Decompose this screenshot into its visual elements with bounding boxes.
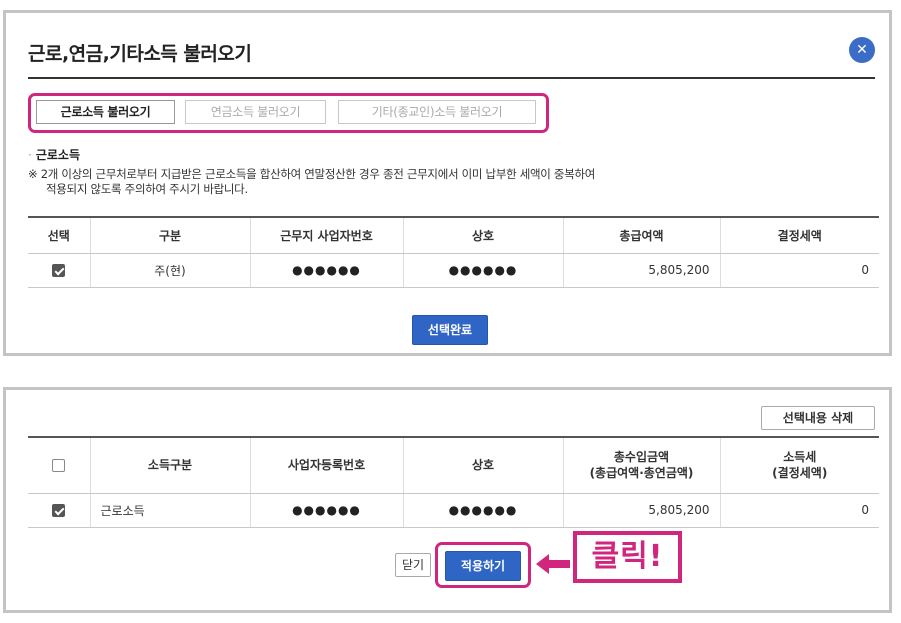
tab-pension-income[interactable]: 연금소득 불러오기: [185, 100, 326, 124]
col-header-biz-reg-no: 사업자등록번호: [250, 436, 404, 494]
col-header-total-pay: 총급여액: [563, 216, 721, 254]
masked-biz-no: ●●●●●●: [292, 503, 361, 517]
income-import-dialog: 근로,연금,기타소득 불러오기 ✕ 근로소득 불러오기 연금소득 불러오기 기타…: [3, 10, 892, 356]
left-arrow-icon: [536, 554, 570, 574]
selected-income-table: 소득구분 사업자등록번호 상호 총수입금액 (총급여액·총연금액) 소득세 (결정세…: [28, 436, 879, 528]
table-row[interactable]: 주(현) ●●●●●● ●●●●●● 5,805,200 0: [28, 253, 879, 288]
dialog-title: 근로,연금,기타소득 불러오기: [28, 43, 252, 65]
col-header-select: 선택: [28, 216, 91, 254]
biz-no-cell: ●●●●●●: [250, 253, 404, 288]
col-header-income-tax-line1: 소득세: [783, 450, 817, 465]
row-select-cell: [28, 253, 91, 288]
duplicate-tax-notice: ※ 2개 이상의 근무처로부터 지급받은 근로소득을 합산하여 연말정산한 경우…: [28, 167, 828, 197]
name-cell: ●●●●●●: [403, 253, 564, 288]
total-pay-cell: 5,805,200: [563, 253, 721, 288]
row-checkbox[interactable]: [52, 264, 66, 277]
select-all-checkbox[interactable]: [52, 459, 66, 473]
col-header-income-tax: 소득세 (결정세액): [720, 436, 879, 494]
select-done-button[interactable]: 선택완료: [412, 315, 488, 345]
masked-biz-no: ●●●●●●: [292, 263, 361, 277]
table-row[interactable]: 근로소득 ●●●●●● ●●●●●● 5,805,200 0: [28, 493, 879, 528]
masked-name: ●●●●●●: [448, 263, 518, 277]
col-header-name: 상호: [403, 436, 564, 494]
tab-earned-income[interactable]: 근로소득 불러오기: [36, 100, 175, 124]
income-tax-cell: 0: [720, 493, 879, 528]
income-type-cell: 근로소득: [90, 493, 251, 528]
row-checkbox[interactable]: [52, 504, 66, 517]
delete-selected-button[interactable]: 선택내용 삭제: [761, 406, 875, 430]
type-cell: 주(현): [90, 253, 251, 288]
col-header-total-income-line1: 총수입금액: [613, 450, 670, 465]
col-header-name: 상호: [403, 216, 564, 254]
biz-no-cell: ●●●●●●: [250, 493, 404, 528]
tax-cell: 0: [720, 253, 879, 288]
row-select-cell: [28, 493, 91, 528]
col-header-income-type: 소득구분: [90, 436, 251, 494]
close-button[interactable]: 닫기: [395, 553, 431, 577]
total-income-cell: 5,805,200: [563, 493, 721, 528]
section-heading: · 근로소득: [28, 146, 80, 163]
notice-line-2: 적용되지 않도록 주의하여 주시기 바랍니다.: [46, 182, 248, 196]
close-icon[interactable]: ✕: [849, 37, 875, 63]
table-header-row: 소득구분 사업자등록번호 상호 총수입금액 (총급여액·총연금액) 소득세 (결정세…: [28, 436, 879, 494]
col-header-select-all: [28, 436, 91, 494]
col-header-type: 구분: [90, 216, 251, 254]
section-heading-text: 근로소득: [35, 148, 80, 162]
bullet-icon: ·: [28, 148, 32, 162]
click-callout: 클릭!: [573, 531, 682, 583]
earned-income-table: 선택 구분 근무지 사업자번호 상호 총급여액 결정세액 주(현) ●●●●●●…: [28, 216, 879, 288]
tab-other-income[interactable]: 기타(종교인)소득 불러오기: [338, 100, 536, 124]
title-divider: [28, 77, 875, 79]
name-cell: ●●●●●●: [403, 493, 564, 528]
col-header-total-income: 총수입금액 (총급여액·총연금액): [563, 436, 721, 494]
masked-name: ●●●●●●: [448, 503, 518, 517]
apply-button[interactable]: 적용하기: [445, 551, 521, 581]
col-header-biz-no: 근무지 사업자번호: [250, 216, 404, 254]
col-header-tax: 결정세액: [720, 216, 879, 254]
col-header-income-tax-line2: (결정세액): [772, 466, 828, 481]
notice-line-1: ※ 2개 이상의 근무처로부터 지급받은 근로소득을 합산하여 연말정산한 경우…: [28, 167, 596, 181]
table-header-row: 선택 구분 근무지 사업자번호 상호 총급여액 결정세액: [28, 216, 879, 254]
col-header-total-income-line2: (총급여액·총연금액): [589, 466, 694, 481]
selected-income-panel: 선택내용 삭제 소득구분 사업자등록번호 상호 총수입금액 (총급여액·총연금액)…: [3, 387, 892, 613]
